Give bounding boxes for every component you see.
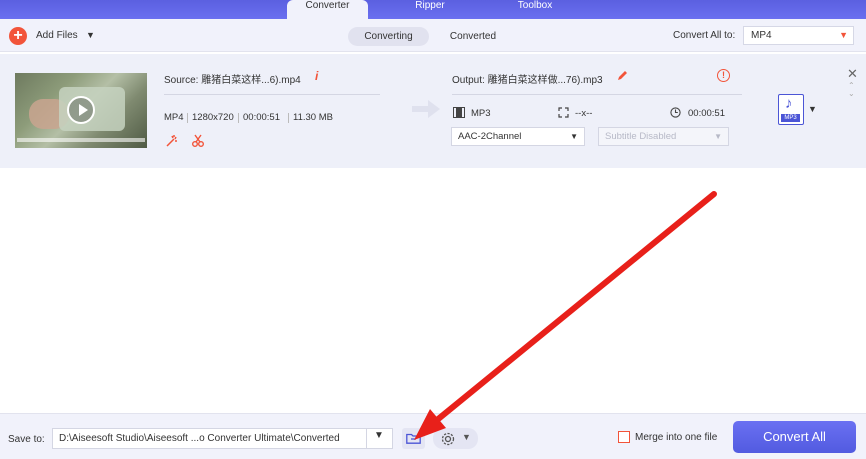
- subtitle-select[interactable]: Subtitle Disabled ▼: [598, 127, 729, 146]
- output-resolution: --x--: [575, 108, 593, 119]
- separator: [238, 113, 239, 123]
- audio-track-value: AAC-2Channel: [458, 131, 522, 142]
- music-note-icon: ♪: [785, 95, 793, 112]
- settings-button[interactable]: ▼: [433, 428, 478, 449]
- play-icon[interactable]: [67, 96, 95, 124]
- output-format-badge[interactable]: ♪ MP3: [778, 94, 804, 125]
- close-icon[interactable]: ✕: [847, 66, 858, 82]
- convert-all-button[interactable]: Convert All: [733, 421, 856, 453]
- merge-checkbox[interactable]: [618, 431, 630, 443]
- tab-toolbox[interactable]: Toolbox: [497, 0, 573, 19]
- convert-all-format-select[interactable]: MP4 ▼: [743, 26, 854, 45]
- separator: [187, 113, 188, 123]
- divider: [164, 94, 380, 95]
- separator: [366, 428, 367, 449]
- edit-icon[interactable]: [617, 69, 629, 84]
- film-icon: [453, 107, 465, 121]
- tab-converter[interactable]: Converter: [287, 0, 368, 19]
- source-filename: Source: 雕猪白菜这样...6).mp4: [164, 75, 301, 86]
- add-files-dropdown-icon[interactable]: ▼: [86, 30, 95, 40]
- tab-ripper[interactable]: Ripper: [392, 0, 468, 19]
- save-path-dropdown-icon[interactable]: ▼: [374, 430, 384, 441]
- toolbar: + Add Files ▼ Converting Converted Conve…: [0, 19, 866, 52]
- folder-icon: [406, 433, 421, 444]
- tab-converted[interactable]: Converted: [437, 27, 509, 46]
- chevron-down-icon: ▼: [714, 132, 722, 141]
- separator: [288, 113, 289, 123]
- clock-icon: [670, 107, 681, 121]
- info-icon[interactable]: i: [315, 69, 318, 83]
- open-folder-button[interactable]: [402, 428, 425, 449]
- chevron-down-icon: ▼: [462, 432, 471, 442]
- format-dropdown-icon[interactable]: ▼: [808, 104, 817, 114]
- convert-all-format-value: MP4: [751, 30, 772, 41]
- reorder-icon[interactable]: ⌃ ⌄: [848, 82, 855, 98]
- subtitle-value: Subtitle Disabled: [605, 131, 677, 142]
- warning-icon[interactable]: !: [717, 69, 730, 82]
- merge-label[interactable]: Merge into one file: [635, 432, 717, 443]
- save-to-label: Save to:: [8, 434, 45, 445]
- file-item: Source: 雕猪白菜这样...6).mp4 i MP4 1280x720 0…: [0, 54, 866, 168]
- bottom-bar: Save to: D:\Aiseesoft Studio\Aiseesoft .…: [0, 413, 866, 459]
- audio-track-select[interactable]: AAC-2Channel ▼: [451, 127, 585, 146]
- output-format: MP3: [471, 108, 491, 119]
- add-files-button[interactable]: Add Files: [36, 30, 78, 41]
- add-files-icon[interactable]: +: [9, 27, 27, 45]
- badge-label: MP3: [781, 114, 800, 122]
- resize-icon: [558, 107, 569, 121]
- cut-icon[interactable]: [191, 134, 205, 151]
- source-size: 11.30 MB: [293, 112, 333, 123]
- thumbnail-caption: [17, 138, 145, 142]
- divider: [452, 94, 742, 95]
- top-nav: Converter Ripper Toolbox: [0, 0, 866, 19]
- source-format: MP4: [164, 112, 184, 123]
- source-duration: 00:00:51: [243, 112, 280, 123]
- tab-converting[interactable]: Converting: [348, 27, 429, 46]
- video-thumbnail[interactable]: [15, 73, 147, 148]
- output-filename: Output: 雕猪白菜这样做...76).mp3: [452, 75, 603, 86]
- source-resolution: 1280x720: [192, 112, 234, 123]
- save-path-field[interactable]: D:\Aiseesoft Studio\Aiseesoft ...o Conve…: [52, 428, 393, 449]
- chevron-down-icon: ▼: [570, 132, 578, 141]
- enhance-icon[interactable]: [165, 134, 179, 151]
- arrow-right-icon: [410, 98, 442, 123]
- output-duration: 00:00:51: [688, 108, 725, 119]
- chevron-down-icon: ▼: [839, 30, 848, 40]
- convert-all-to-label: Convert All to:: [673, 30, 736, 41]
- gear-icon: [441, 432, 455, 446]
